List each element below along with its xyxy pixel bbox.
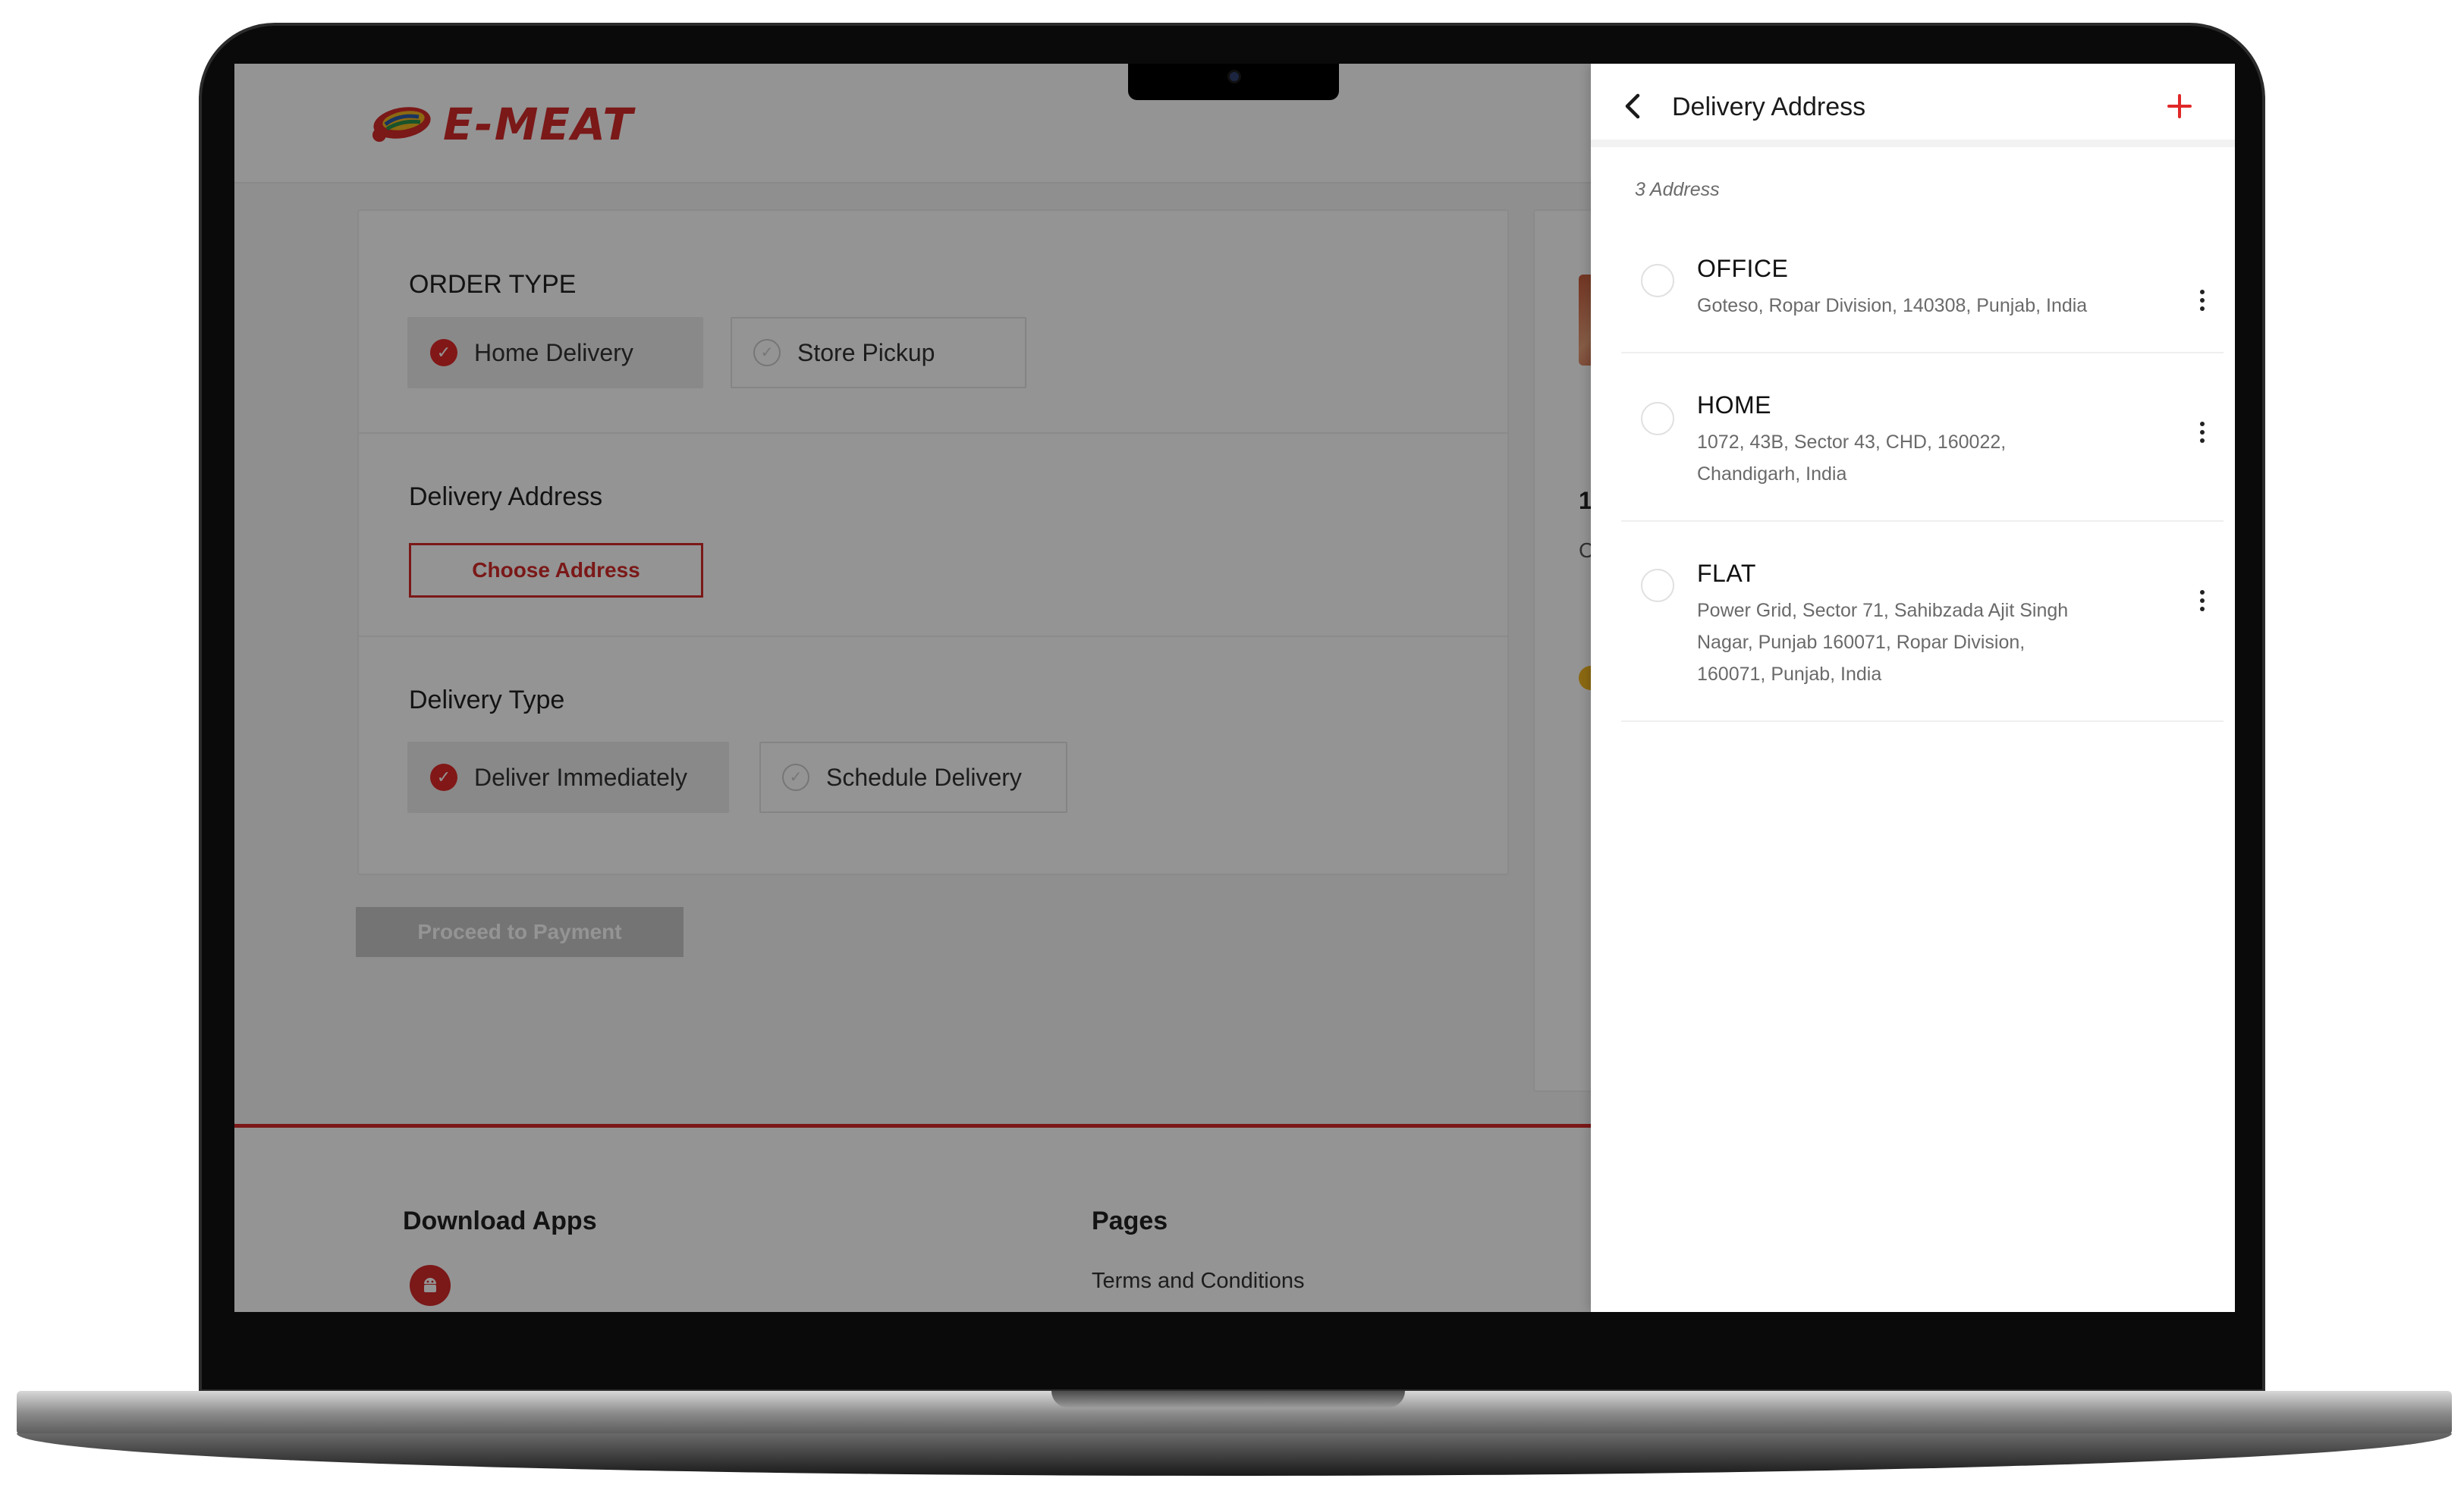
laptop-base-curve bbox=[17, 1433, 2452, 1476]
address-line: Goteso, Ropar Division, 140308, Punjab, … bbox=[1697, 295, 2088, 316]
address-line: Nagar, Punjab 160071, Ropar Division, bbox=[1697, 632, 2026, 653]
address-line: Power Grid, Sector 71, Sahibzada Ajit Si… bbox=[1697, 600, 2069, 621]
drawer-title: Delivery Address bbox=[1672, 93, 1866, 121]
address-label: OFFICE bbox=[1697, 255, 1789, 282]
address-item-flat[interactable]: FLAT Power Grid, Sector 71, Sahibzada Aj… bbox=[1621, 522, 2224, 722]
address-line: Chandigarh, India bbox=[1697, 463, 1847, 485]
address-line: 1072, 43B, Sector 43, CHD, 160022, bbox=[1697, 432, 2007, 453]
address-item-office[interactable]: OFFICE Goteso, Ropar Division, 140308, P… bbox=[1621, 215, 2224, 353]
address-text: Power Grid, Sector 71, Sahibzada Ajit Si… bbox=[1697, 595, 2152, 690]
address-label: FLAT bbox=[1697, 560, 1756, 587]
chevron-left-icon[interactable] bbox=[1617, 89, 1650, 123]
address-radio[interactable] bbox=[1641, 569, 1674, 602]
delivery-address-drawer: Delivery Address 3 Address OFFICE Goteso… bbox=[1591, 64, 2235, 1312]
add-address-glyph bbox=[2167, 94, 2192, 118]
address-label: HOME bbox=[1697, 391, 1771, 419]
kebab-menu-icon[interactable] bbox=[2189, 416, 2216, 449]
address-count: 3 Address bbox=[1635, 179, 1720, 200]
kebab-menu-icon[interactable] bbox=[2189, 284, 2216, 317]
plus-icon[interactable] bbox=[2158, 85, 2201, 127]
laptop-hinge bbox=[1051, 1391, 1405, 1408]
address-radio[interactable] bbox=[1641, 264, 1674, 297]
address-list: OFFICE Goteso, Ropar Division, 140308, P… bbox=[1621, 215, 2224, 722]
camera-notch bbox=[1128, 64, 1339, 100]
back-arrow-glyph bbox=[1625, 93, 1640, 119]
camera-icon bbox=[1227, 70, 1241, 83]
address-line: 160071, Punjab, India bbox=[1697, 664, 1882, 685]
drawer-header: Delivery Address bbox=[1591, 64, 2235, 147]
address-text: Goteso, Ropar Division, 140308, Punjab, … bbox=[1697, 290, 2152, 322]
kebab-menu-icon[interactable] bbox=[2189, 584, 2216, 617]
address-item-home[interactable]: HOME 1072, 43B, Sector 43, CHD, 160022, … bbox=[1621, 353, 2224, 522]
address-radio[interactable] bbox=[1641, 402, 1674, 435]
screen: E-MEAT ORDER TYPE ✓ Home Delivery ✓ Stor… bbox=[234, 64, 2235, 1312]
address-text: 1072, 43B, Sector 43, CHD, 160022, Chand… bbox=[1697, 426, 2152, 490]
